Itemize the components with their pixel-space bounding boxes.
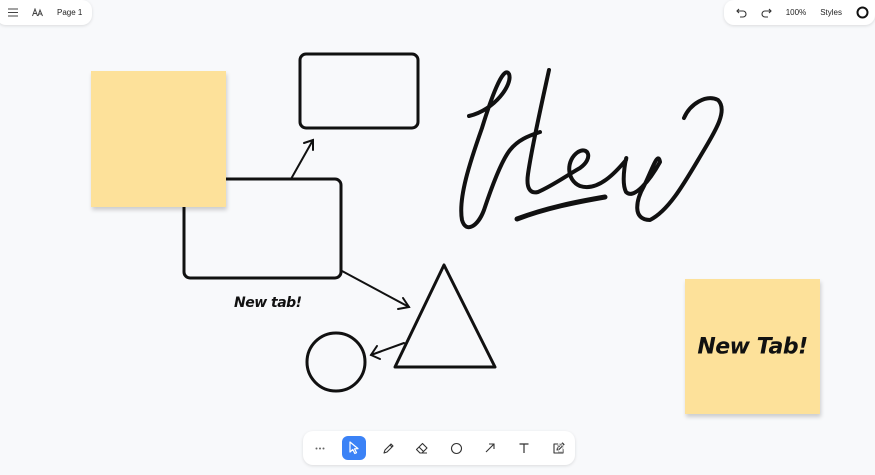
arrow-shape-up[interactable] xyxy=(290,138,314,180)
eraser-tool[interactable] xyxy=(410,436,434,460)
select-tool[interactable] xyxy=(342,436,366,460)
circle-shape[interactable] xyxy=(305,331,367,393)
bottom-toolbar xyxy=(303,431,575,465)
arrow-icon xyxy=(485,443,495,453)
undo-button[interactable] xyxy=(735,7,747,18)
circle-icon xyxy=(450,442,462,454)
rectangle-shape-top[interactable] xyxy=(298,52,420,130)
redo-icon xyxy=(761,8,772,18)
more-horizontal-icon xyxy=(315,447,325,449)
styles-button[interactable]: Styles xyxy=(820,8,842,17)
draw-tool[interactable] xyxy=(376,436,400,460)
text-icon xyxy=(519,443,529,453)
eraser-icon xyxy=(415,442,428,454)
undo-icon xyxy=(735,8,747,18)
sticky-note-text: New Tab! xyxy=(697,334,808,359)
sticky-note-1[interactable] xyxy=(91,71,226,207)
text-shape[interactable]: New tab! xyxy=(234,295,302,311)
top-left-panel: Page 1 xyxy=(0,0,93,25)
menu-button[interactable] xyxy=(8,8,18,17)
cursor-icon xyxy=(349,441,359,455)
arrow-shape-right[interactable] xyxy=(341,270,411,310)
hamburger-menu-icon xyxy=(8,8,18,17)
text-tool[interactable] xyxy=(512,436,536,460)
page-selector[interactable]: Page 1 xyxy=(57,8,82,17)
translate-icon xyxy=(32,8,43,17)
more-tools-button[interactable] xyxy=(308,436,332,460)
handwriting-drawing[interactable] xyxy=(459,68,724,230)
ellipse-tool[interactable] xyxy=(444,436,468,460)
delete-button[interactable] xyxy=(553,441,567,455)
pencil-icon xyxy=(382,442,394,454)
redo-button[interactable] xyxy=(761,7,772,18)
trash-icon xyxy=(556,443,564,453)
triangle-shape[interactable] xyxy=(393,263,497,369)
top-right-panel: 100% Styles xyxy=(723,0,875,25)
zoom-level[interactable]: 100% xyxy=(786,8,806,17)
language-button[interactable] xyxy=(32,8,43,17)
color-circle-icon xyxy=(856,6,869,19)
sticky-note-2[interactable]: New Tab! xyxy=(685,279,820,414)
arrow-tool[interactable] xyxy=(478,436,502,460)
color-swatch[interactable] xyxy=(856,6,869,19)
